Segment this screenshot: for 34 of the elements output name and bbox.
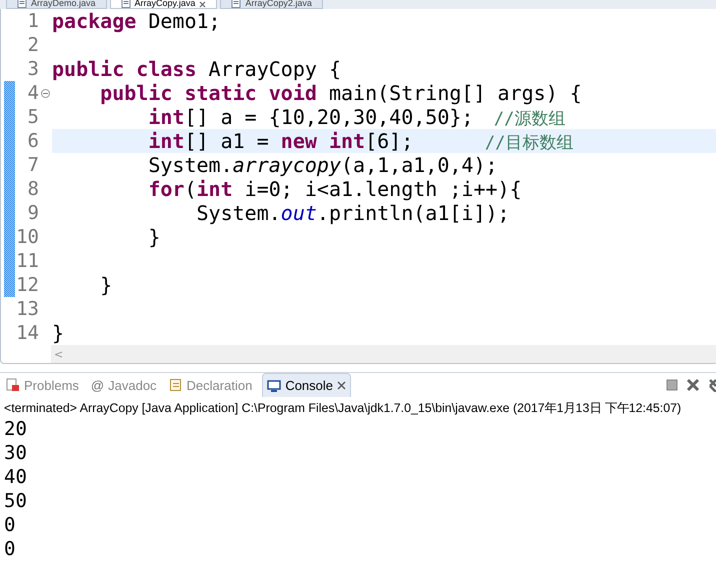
stop-icon[interactable] (666, 379, 678, 391)
code-line: int[] a = {10,20,30,40,50}; //源数组 (147, 104, 566, 130)
collapse-icon[interactable] (41, 88, 50, 98)
view-tab[interactable]: Declaration (166, 373, 254, 397)
code-line: public class ArrayCopy { (52, 57, 341, 81)
code-line: System.arraycopy(a,1,a1,0,4); (147, 153, 498, 177)
console-output-line: 0 (4, 537, 16, 561)
problems-icon (6, 378, 20, 392)
view-tab[interactable]: Console (262, 373, 352, 397)
remove-all-icon[interactable] (708, 378, 716, 392)
close-icon[interactable] (337, 381, 346, 390)
console-status: <terminated> ArrayCopy [Java Application] C:\Program Files\Java\jdk1.7.0_15\bin\javaw.exe (2017年1月13日 下午12:45:07) (3, 400, 682, 417)
console-output-line: 30 (4, 441, 28, 465)
view-tab[interactable]: Problems (4, 373, 81, 397)
code-line: System.out.println(a1[i]); (195, 201, 510, 225)
monitor-icon (267, 378, 282, 392)
code-line: } (52, 321, 64, 345)
console-output-line: 20 (4, 417, 28, 441)
code-line: } (147, 225, 160, 249)
scroll-left-button[interactable]: < (51, 348, 64, 360)
console-output-line: 0 (4, 513, 16, 537)
console-output-line: 40 (4, 465, 28, 489)
code-line: int[] a1 = new int[6]; //目标数组 (147, 128, 574, 154)
code-line: for(int i=0; i<a1.length ;i++){ (147, 177, 522, 201)
close-icon[interactable] (199, 1, 206, 8)
at-sign-icon: @ (90, 378, 104, 392)
view-tab[interactable]: @ Javadoc (88, 373, 159, 397)
horizontal-scrollbar[interactable]: < (51, 345, 716, 363)
console-output-line: 50 (4, 489, 28, 513)
remove-launch-icon[interactable] (686, 378, 700, 392)
code-line: package Demo1; (52, 9, 221, 33)
code-line: } (99, 273, 112, 297)
document-icon (168, 378, 183, 392)
code-line: public static void main(String[] args) { (99, 81, 582, 105)
